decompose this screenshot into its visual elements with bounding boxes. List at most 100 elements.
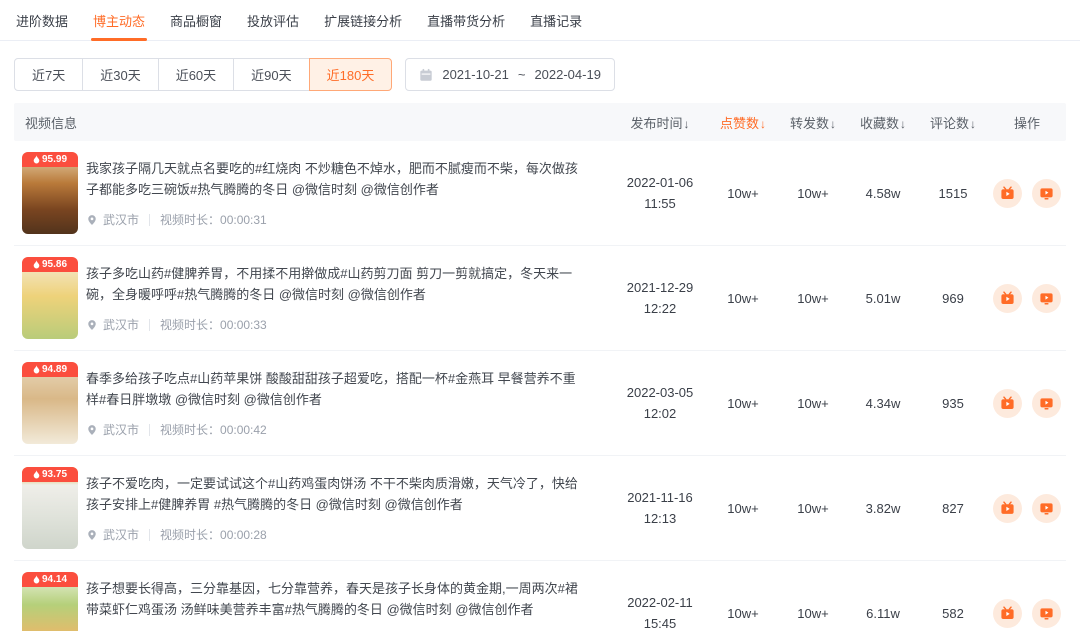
- favorites-count: 3.82w: [865, 500, 901, 516]
- score-badge: 94.14: [22, 572, 78, 587]
- video-thumbnail[interactable]: 94.14: [22, 572, 78, 631]
- table-header: 视频信息↓ 发布时间↓ 点赞数↓ 转发数↓ 收藏数↓ 评论数↓ 操作↓: [14, 103, 1066, 141]
- monitor-play-button[interactable]: [1032, 178, 1061, 208]
- location-pin-icon: [86, 529, 98, 541]
- monitor-play-button[interactable]: [1032, 283, 1061, 313]
- monitor-play-icon: [1039, 186, 1054, 201]
- nav-tab[interactable]: 进阶数据: [14, 0, 70, 40]
- video-title[interactable]: 春季多给孩子吃点#山药苹果饼 酸酸甜甜孩子超爱吃，搭配一杯#金燕耳 早餐营养不重…: [86, 368, 584, 410]
- column-header[interactable]: 转发数↓: [778, 113, 848, 132]
- video-play-button[interactable]: [993, 598, 1022, 628]
- nav-tab[interactable]: 投放评估: [245, 0, 301, 40]
- monitor-play-icon: [1039, 396, 1054, 411]
- video-duration: 视频时长：00:00:42: [160, 423, 267, 437]
- tv-play-icon: [1000, 500, 1015, 516]
- sort-down-icon: ↓: [900, 116, 906, 131]
- actions-cell: [988, 493, 1066, 523]
- video-play-button[interactable]: [993, 283, 1022, 313]
- column-header[interactable]: 操作↓: [988, 113, 1066, 132]
- video-info-cell: 93.75 孩子不爱吃肉，一定要试试这个#山药鸡蛋肉饼汤 不干不柴肉质滑嫩，天气…: [14, 467, 612, 549]
- video-text: 我家孩子隔几天就点名要吃的#红烧肉 不炒糖色不焯水，肥而不腻瘦而不柴，每次做孩子…: [86, 158, 612, 228]
- location-pin-icon: [86, 319, 98, 331]
- monitor-play-icon: [1039, 606, 1054, 621]
- video-play-button[interactable]: [993, 178, 1022, 208]
- column-label: 点赞数: [719, 115, 759, 131]
- video-title[interactable]: 孩子想要长得高，三分靠基因，七分靠营养，春天是孩子长身体的黄金期,一周两次#裙带…: [86, 578, 584, 620]
- flame-icon: [33, 470, 40, 479]
- location-pin-icon: [86, 214, 98, 226]
- column-label: 收藏数: [859, 115, 899, 131]
- comments-count: 935: [942, 395, 964, 411]
- video-title[interactable]: 孩子不爱吃肉，一定要试试这个#山药鸡蛋肉饼汤 不干不柴肉质滑嫩，天气冷了，快给孩…: [86, 473, 584, 515]
- likes-count: 10w+: [727, 605, 759, 621]
- nav-tab[interactable]: 直播记录: [528, 0, 584, 40]
- score-value: 95.99: [41, 154, 68, 165]
- video-text: 孩子不爱吃肉，一定要试试这个#山药鸡蛋肉饼汤 不干不柴肉质滑嫩，天气冷了，快给孩…: [86, 473, 612, 543]
- time-range-button[interactable]: 近30天: [82, 58, 159, 91]
- video-row: 94.89 春季多给孩子吃点#山药苹果饼 酸酸甜甜孩子超爱吃，搭配一杯#金燕耳 …: [14, 351, 1066, 456]
- date-range-picker[interactable]: 2021-10-21 ~ 2022-04-19: [405, 58, 615, 91]
- nav-tab[interactable]: 直播带货分析: [425, 0, 507, 40]
- shares-count: 10w+: [797, 500, 829, 516]
- column-header[interactable]: 评论数↓: [918, 113, 988, 132]
- nav-tab[interactable]: 博主动态: [91, 0, 148, 41]
- score-value: 94.89: [41, 364, 68, 375]
- nav-tab[interactable]: 扩展链接分析: [322, 0, 404, 40]
- publish-clock: 12:02: [643, 406, 677, 421]
- video-thumbnail[interactable]: 93.75: [22, 467, 78, 549]
- publish-date: 2021-12-29: [626, 280, 694, 295]
- publish-time-cell: 2022-03-05 12:02: [612, 382, 708, 424]
- video-thumbnail[interactable]: 95.86: [22, 257, 78, 339]
- time-range-button[interactable]: 近90天: [233, 58, 310, 91]
- column-header[interactable]: 视频信息↓: [14, 113, 612, 132]
- divider: [149, 423, 151, 436]
- likes-count: 10w+: [727, 395, 759, 411]
- sort-down-icon: ↓: [683, 116, 690, 131]
- divider: [149, 213, 151, 226]
- video-info-cell: 95.99 我家孩子隔几天就点名要吃的#红烧肉 不炒糖色不焯水，肥而不腻瘦而不柴…: [14, 152, 612, 234]
- comments-count: 582: [942, 605, 964, 621]
- time-range-button[interactable]: 近180天: [308, 58, 393, 91]
- column-header[interactable]: 点赞数↓: [708, 113, 778, 132]
- column-header[interactable]: 收藏数↓: [848, 113, 918, 132]
- monitor-play-button[interactable]: [1032, 493, 1061, 523]
- monitor-play-button[interactable]: [1032, 388, 1061, 418]
- video-play-button[interactable]: [993, 493, 1022, 523]
- video-thumbnail[interactable]: 94.89: [22, 362, 78, 444]
- time-range-button[interactable]: 近7天: [14, 58, 84, 91]
- video-title[interactable]: 我家孩子隔几天就点名要吃的#红烧肉 不炒糖色不焯水，肥而不腻瘦而不柴，每次做孩子…: [86, 158, 584, 200]
- comments-count: 1515: [938, 185, 968, 201]
- publish-clock: 12:13: [643, 511, 677, 526]
- score-value: 93.75: [41, 469, 68, 480]
- video-location: 武汉市: [103, 423, 140, 437]
- tv-play-icon: [1000, 185, 1015, 201]
- score-badge: 95.99: [22, 152, 78, 167]
- video-title[interactable]: 孩子多吃山药#健脾养胃，不用揉不用擀做成#山药剪刀面 剪刀一剪就搞定，冬天来一碗…: [86, 263, 584, 305]
- shares-count: 10w+: [797, 185, 829, 201]
- column-label: 转发数: [789, 115, 829, 131]
- column-header[interactable]: 发布时间↓: [612, 113, 708, 132]
- publish-time-cell: 2021-11-16 12:13: [612, 487, 708, 529]
- time-range-button[interactable]: 近60天: [157, 58, 235, 91]
- publish-date: 2022-03-05: [626, 385, 694, 400]
- publish-date: 2022-02-11: [627, 595, 693, 610]
- column-label: 操作: [1013, 115, 1040, 131]
- video-text: 孩子想要长得高，三分靠基因，七分靠营养，春天是孩子长身体的黄金期,一周两次#裙带…: [86, 578, 612, 631]
- column-label: 发布时间: [630, 115, 683, 131]
- flame-icon: [33, 260, 40, 269]
- video-play-button[interactable]: [993, 388, 1022, 418]
- favorites-count: 4.34w: [865, 395, 901, 411]
- monitor-play-button[interactable]: [1032, 598, 1061, 628]
- monitor-play-icon: [1039, 501, 1054, 516]
- comments-count: 969: [942, 290, 964, 306]
- video-meta: 武汉市 视频时长：00:00:28: [86, 526, 584, 543]
- video-duration: 视频时长：00:00:33: [160, 318, 267, 332]
- tv-play-icon: [1000, 605, 1015, 621]
- video-location: 武汉市: [103, 213, 140, 227]
- video-thumbnail[interactable]: 95.99: [22, 152, 78, 234]
- video-meta: 武汉市 视频时长：00:00:42: [86, 421, 584, 438]
- tv-play-icon: [1000, 290, 1015, 306]
- likes-count: 10w+: [727, 500, 759, 516]
- flame-icon: [33, 155, 40, 164]
- nav-tab[interactable]: 商品橱窗: [168, 0, 224, 40]
